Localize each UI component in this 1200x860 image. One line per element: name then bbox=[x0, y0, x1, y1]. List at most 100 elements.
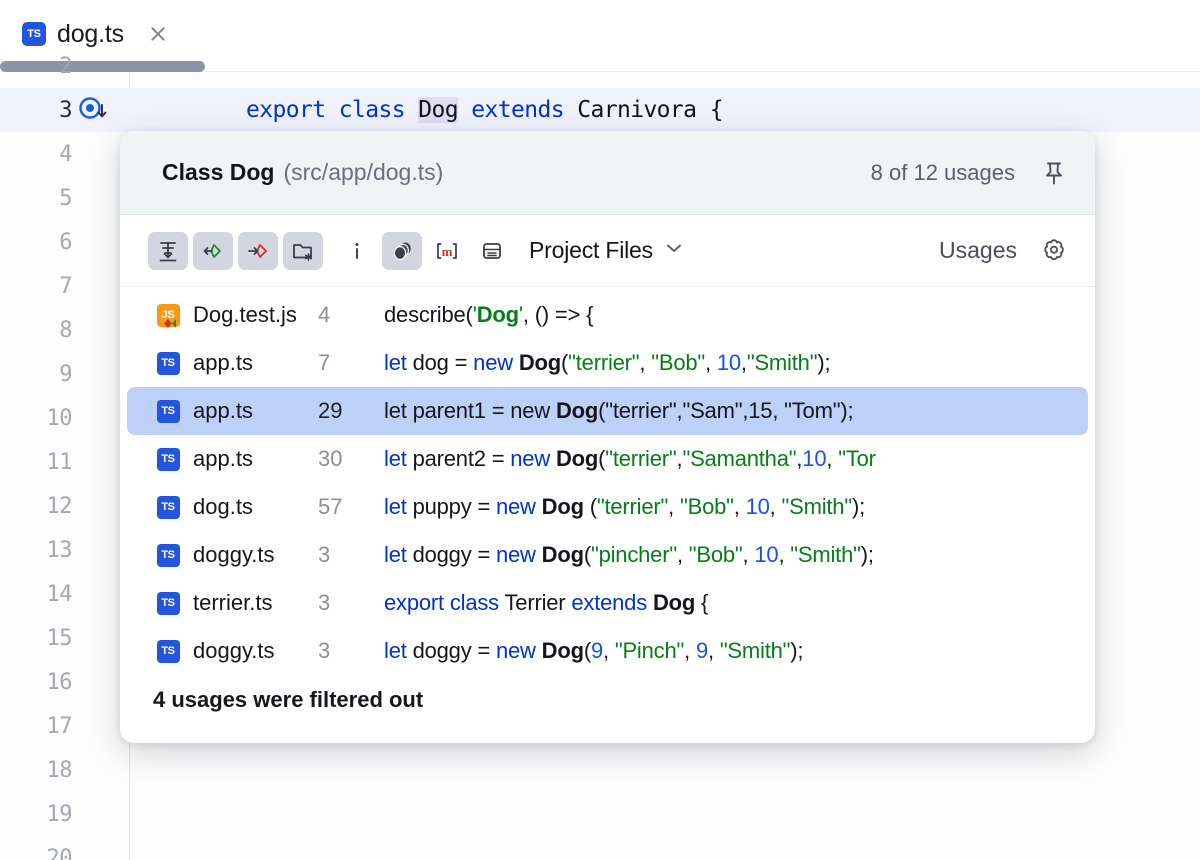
code-token: "Sam" bbox=[682, 398, 742, 423]
code-token: let bbox=[384, 494, 413, 519]
line-number: 9 bbox=[0, 362, 72, 387]
identifier-carnivora: Carnivora bbox=[577, 97, 696, 123]
highlighted-identifier-dog: Dog bbox=[418, 97, 458, 123]
usage-file-name: doggy.ts bbox=[193, 638, 318, 664]
filtered-out-note: 4 usages were filtered out bbox=[120, 675, 1095, 713]
pin-icon[interactable] bbox=[1039, 158, 1069, 188]
code-token: new bbox=[510, 398, 556, 423]
implemented-by-marker-icon[interactable] bbox=[72, 96, 128, 124]
popup-header: Class Dog (src/app/dog.ts) 8 of 12 usage… bbox=[120, 131, 1095, 215]
usage-line-number: 29 bbox=[318, 398, 370, 424]
popup-title: Class Dog bbox=[162, 159, 274, 186]
usage-row[interactable]: TSapp.ts29let parent1 = new Dog("terrier… bbox=[127, 387, 1088, 435]
usage-code-snippet: let parent2 = new Dog("terrier","Samanth… bbox=[384, 446, 1088, 472]
line-number: 15 bbox=[0, 626, 72, 651]
show-metadata-icon[interactable]: m bbox=[427, 232, 467, 270]
preview-usages-icon[interactable] bbox=[472, 232, 512, 270]
code-token: "Bob" bbox=[680, 494, 734, 519]
code-token: new bbox=[473, 350, 519, 375]
show-import-statements-icon[interactable] bbox=[337, 232, 377, 270]
usage-row[interactable]: TSapp.ts7let dog = new Dog("terrier", "B… bbox=[127, 339, 1088, 387]
group-by-file-structure-icon[interactable] bbox=[283, 232, 323, 270]
code-line-19[interactable]: 19 bbox=[0, 792, 1200, 836]
code-token: "terrier" bbox=[605, 398, 676, 423]
line-number: 14 bbox=[0, 582, 72, 607]
usage-row[interactable]: TSdoggy.ts3let doggy = new Dog("pincher"… bbox=[127, 531, 1088, 579]
code-token: { bbox=[695, 590, 708, 615]
keyword-export: export bbox=[246, 97, 325, 123]
usage-line-number: 7 bbox=[318, 350, 370, 376]
code-token: let bbox=[384, 398, 413, 423]
line-number: 4 bbox=[0, 142, 72, 167]
popup-file-path: (src/app/dog.ts) bbox=[283, 159, 443, 186]
code-token: 10 bbox=[746, 494, 770, 519]
svg-text:m: m bbox=[442, 244, 453, 259]
usage-line-number: 30 bbox=[318, 446, 370, 472]
code-token: , bbox=[603, 638, 615, 663]
usage-row[interactable]: TSapp.ts30let parent2 = new Dog("terrier… bbox=[127, 435, 1088, 483]
code-token: , bbox=[772, 398, 784, 423]
scope-filter-label[interactable]: Project Files bbox=[529, 237, 653, 264]
code-line-18[interactable]: 18 bbox=[0, 748, 1200, 792]
code-token: ); bbox=[861, 542, 874, 567]
usage-file-name: doggy.ts bbox=[193, 542, 318, 568]
code-token: 10 bbox=[717, 350, 741, 375]
usage-line-number: 3 bbox=[318, 638, 370, 664]
line-number: 8 bbox=[0, 318, 72, 343]
chevron-down-icon[interactable] bbox=[664, 241, 684, 260]
usage-row[interactable]: JSDog.test.js4describe('Dog', () => { bbox=[127, 291, 1088, 339]
show-read-access-icon[interactable] bbox=[193, 232, 233, 270]
show-usages-popup: Class Dog (src/app/dog.ts) 8 of 12 usage… bbox=[120, 131, 1095, 743]
code-token: doggy = bbox=[413, 638, 496, 663]
group-by-module-icon[interactable] bbox=[382, 232, 422, 270]
ide-window: TS dog.ts 2 3 export class Dog ex bbox=[0, 0, 1200, 860]
usage-file-name: app.ts bbox=[193, 350, 318, 376]
code-token: 9 bbox=[696, 638, 708, 663]
usage-line-number: 57 bbox=[318, 494, 370, 520]
code-token: extends bbox=[571, 590, 653, 615]
code-token: let bbox=[384, 446, 413, 471]
usage-line-number: 3 bbox=[318, 590, 370, 616]
gear-icon[interactable] bbox=[1039, 236, 1069, 266]
code-token: 10 bbox=[802, 446, 826, 471]
code-token: , bbox=[677, 542, 689, 567]
code-token: , bbox=[668, 494, 680, 519]
expand-all-icon[interactable] bbox=[148, 232, 188, 270]
usages-list[interactable]: JSDog.test.js4describe('Dog', () => { TS a… bbox=[120, 287, 1095, 675]
code-token: parent1 = bbox=[413, 398, 511, 423]
code-token: Dog bbox=[556, 398, 598, 423]
usage-line-number: 4 bbox=[318, 302, 370, 328]
code-token: , bbox=[778, 542, 790, 567]
code-token: , bbox=[639, 350, 651, 375]
line-number: 13 bbox=[0, 538, 72, 563]
code-token: export class bbox=[384, 590, 505, 615]
code-token: let bbox=[384, 350, 413, 375]
code-token: ); bbox=[840, 398, 853, 423]
code-token: dog = bbox=[413, 350, 474, 375]
typescript-file-icon: TS bbox=[153, 496, 183, 519]
line-number: 7 bbox=[0, 274, 72, 299]
code-token: "Bob" bbox=[651, 350, 705, 375]
code-token: doggy = bbox=[413, 542, 496, 567]
code-token: new bbox=[496, 542, 542, 567]
code-token: , bbox=[708, 638, 720, 663]
usage-file-name: dog.ts bbox=[193, 494, 318, 520]
code-token: ( bbox=[590, 494, 597, 519]
code-token: "Tom" bbox=[784, 398, 840, 423]
code-token: new bbox=[496, 494, 542, 519]
usages-tab-label[interactable]: Usages bbox=[939, 237, 1017, 264]
usage-row[interactable]: TSdoggy.ts3let doggy = new Dog(9, "Pinch… bbox=[127, 627, 1088, 675]
code-token: ( bbox=[584, 542, 591, 567]
code-token: ); bbox=[852, 494, 865, 519]
code-line-20[interactable]: 20 bbox=[0, 836, 1200, 860]
code-token: let bbox=[384, 542, 413, 567]
usage-row[interactable]: TSdog.ts57let puppy = new Dog ("terrier"… bbox=[127, 483, 1088, 531]
line-number: 12 bbox=[0, 494, 72, 519]
code-token: puppy = bbox=[413, 494, 496, 519]
code-line-3[interactable]: 3 export class Dog extends Carnivora { bbox=[0, 88, 1200, 132]
usage-row[interactable]: TSterrier.ts3export class Terrier extend… bbox=[127, 579, 1088, 627]
code-token: , bbox=[705, 350, 717, 375]
show-write-access-icon[interactable] bbox=[238, 232, 278, 270]
code-token: "pincher" bbox=[591, 542, 677, 567]
usage-file-name: Dog.test.js bbox=[193, 302, 318, 328]
